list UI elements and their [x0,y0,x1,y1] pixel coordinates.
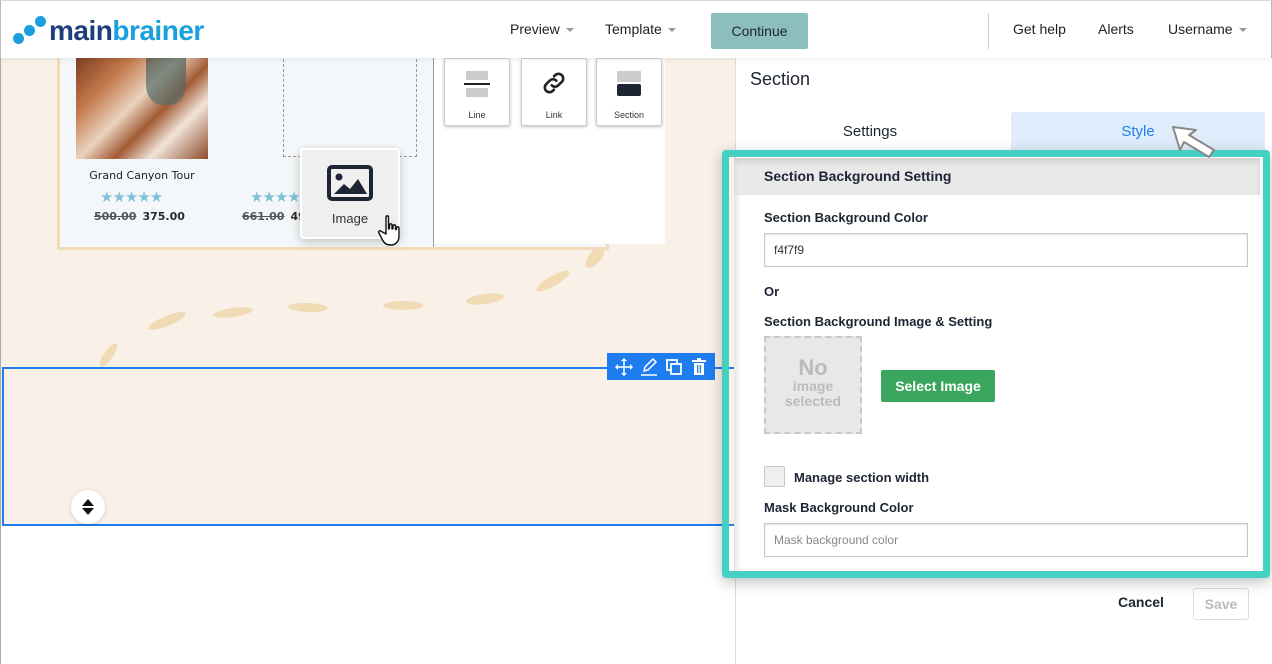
tool-column: Line Link Section [434,58,665,244]
new-price: 375.00 [142,210,185,223]
product-image [76,58,208,159]
caret-down-icon [667,28,676,32]
section-toolbar [607,353,715,380]
logo-dots-icon [13,15,47,47]
username-menu[interactable]: Username [1168,21,1247,37]
bg-image-label: Section Background Image & Setting [764,314,993,329]
rating-stars: ★★★★★ [100,189,163,206]
top-bar: mainbrainer Preview Template Continue Ge… [0,0,1272,58]
template-menu[interactable]: Template [605,21,676,37]
get-help-link[interactable]: Get help [1013,21,1066,37]
resize-vertical-icon [82,499,94,515]
hand-pointer-cursor-icon [378,215,400,246]
selected-empty-section[interactable] [2,367,735,526]
or-label: Or [764,284,780,299]
mask-color-label: Mask Background Color [764,500,914,515]
mainbrainer-logo[interactable]: mainbrainer [13,15,204,47]
tool-link[interactable]: Link [521,58,587,126]
template-label: Template [605,21,662,37]
mask-color-input[interactable] [764,523,1248,557]
editor-canvas: Grand Canyon Tour ★★★★★ 500.00 375.00 ★★★… [0,58,735,664]
panel-title: Section [750,69,811,89]
preview-menu[interactable]: Preview [510,21,574,37]
username-label: Username [1168,21,1233,37]
product-card-frame: Grand Canyon Tour ★★★★★ 500.00 375.00 ★★★… [57,58,665,250]
arrow-cursor-icon [1172,126,1215,158]
line-divider-icon [464,71,490,97]
tool-label: Link [545,110,563,120]
logo-text: mainbrainer [49,15,204,46]
tool-line[interactable]: Line [444,58,510,126]
tool-label: Line [468,110,486,120]
continue-button[interactable]: Continue [711,13,808,49]
edit-icon[interactable] [639,357,659,377]
select-image-button[interactable]: Select Image [881,370,995,402]
old-price: 661.00 [242,210,285,223]
caret-down-icon [1238,28,1247,32]
bg-color-input[interactable] [764,233,1248,267]
image-drop-zone[interactable] [283,58,417,157]
resize-handle[interactable] [71,490,105,524]
editor-root: mainbrainer Preview Template Continue Ge… [0,0,1272,664]
no-image-text: selected [784,392,842,409]
tool-section[interactable]: Section [596,58,662,126]
tab-style[interactable]: Style [1011,112,1265,150]
nav-divider [988,13,989,49]
section-icon [617,71,641,96]
link-icon [543,72,565,94]
preview-label: Preview [510,21,560,37]
get-help-label: Get help [1013,21,1066,37]
form-heading: Section Background Setting [734,158,1260,195]
tool-label: Section [613,110,645,120]
cancel-button[interactable]: Cancel [1118,594,1164,610]
no-image-placeholder: No image selected [764,336,862,434]
no-image-text: image [792,378,834,395]
delete-icon[interactable] [689,357,709,377]
image-icon [327,165,373,201]
bg-color-label: Section Background Color [764,210,928,225]
duplicate-icon[interactable] [664,357,684,377]
alerts-link[interactable]: Alerts [1098,21,1134,37]
alerts-label: Alerts [1098,21,1134,37]
no-image-text: No [798,355,828,380]
move-icon[interactable] [614,357,634,377]
manage-width-checkbox[interactable] [764,466,785,487]
image-block-dragging[interactable]: Image [300,148,400,246]
product-price: 500.00 375.00 [94,210,185,223]
section-background-form: Section Background Setting Section Backg… [734,158,1260,572]
product-title: Grand Canyon Tour [89,169,195,182]
manage-width-label[interactable]: Manage section width [794,470,929,485]
caret-down-icon [565,28,574,32]
old-price: 500.00 [94,210,137,223]
save-button[interactable]: Save [1193,588,1249,620]
tab-settings[interactable]: Settings [736,112,1004,150]
